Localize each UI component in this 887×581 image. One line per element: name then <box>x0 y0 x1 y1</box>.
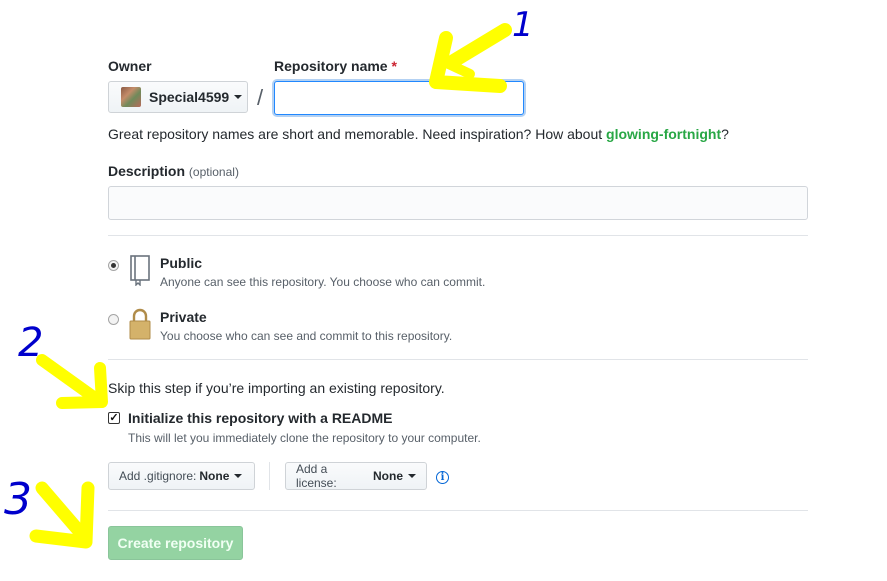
annotation-number-3: 3 <box>4 474 32 525</box>
yellow-arrow-2 <box>36 354 108 409</box>
yellow-arrow-1 <box>429 23 512 93</box>
yellow-arrow-3 <box>29 481 95 549</box>
annotation-number-1: 1 <box>512 5 534 45</box>
annotation-layer: 1 2 3 <box>4 5 534 549</box>
annotation-number-2: 2 <box>18 320 43 366</box>
